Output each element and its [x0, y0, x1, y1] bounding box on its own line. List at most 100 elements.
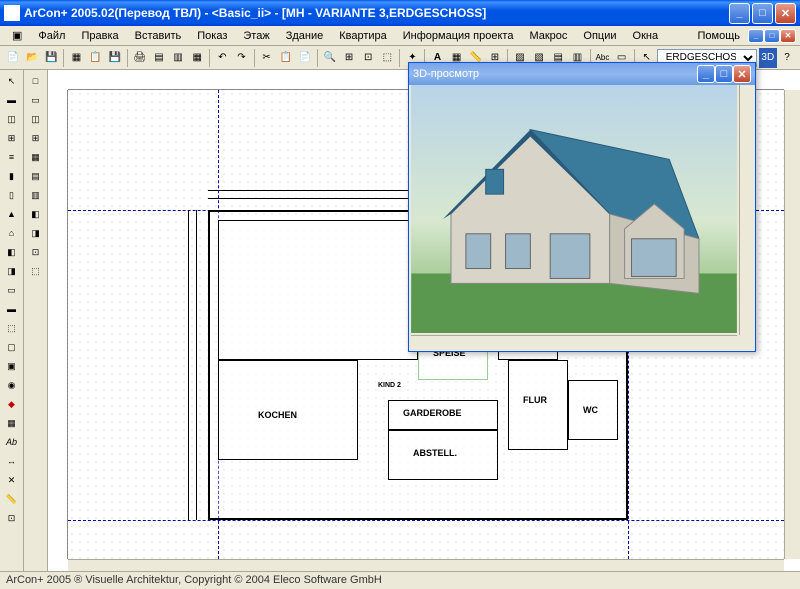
menu-view[interactable]: Показ: [189, 28, 235, 44]
tool-b8[interactable]: ◧: [26, 205, 46, 223]
print-button[interactable]: 🖨: [131, 48, 149, 68]
help-button[interactable]: ?: [778, 48, 796, 68]
tool-a2[interactable]: ◨: [2, 262, 22, 280]
maximize-button[interactable]: □: [752, 3, 773, 24]
chimney-tool[interactable]: ▯: [2, 186, 22, 204]
select-tool[interactable]: ↖: [2, 72, 22, 90]
3d-viewport[interactable]: [411, 85, 737, 333]
window-title: ArCon+ 2005.02(Перевод ТВЛ) - <Basic_ii>…: [24, 6, 729, 20]
tool-a3[interactable]: ▭: [2, 281, 22, 299]
app-menu-icon[interactable]: ▣: [4, 27, 30, 44]
guide-line[interactable]: [68, 520, 784, 521]
room[interactable]: [218, 220, 418, 360]
tool-a11[interactable]: ✕: [2, 471, 22, 489]
menubar: ▣ Файл Правка Вставить Показ Этаж Здание…: [0, 26, 800, 46]
menu-file[interactable]: Файл: [30, 28, 73, 44]
tool-button-5[interactable]: ▥: [169, 48, 187, 68]
tool-button-9[interactable]: ⬚: [378, 48, 396, 68]
tool-a6[interactable]: ▢: [2, 338, 22, 356]
room-label: KOCHEN: [258, 410, 297, 420]
mdi-close-button[interactable]: ✕: [780, 29, 796, 43]
tool-a9[interactable]: ◆: [2, 395, 22, 413]
room-flur[interactable]: [508, 360, 568, 450]
room-label: KIND 2: [378, 382, 401, 389]
measure-tool[interactable]: 📏: [2, 490, 22, 508]
redo-button[interactable]: ↷: [232, 48, 250, 68]
save-button[interactable]: 💾: [42, 48, 60, 68]
close-button[interactable]: ✕: [775, 3, 796, 24]
menu-macros[interactable]: Макрос: [521, 28, 575, 44]
popup-title: 3D-просмотр: [413, 68, 697, 80]
tool-a7[interactable]: ▣: [2, 357, 22, 375]
copy-button[interactable]: 📋: [277, 48, 295, 68]
cut-button[interactable]: ✂: [257, 48, 275, 68]
tool-b3[interactable]: ◫: [26, 110, 46, 128]
tool-button-1[interactable]: ▦: [67, 48, 85, 68]
tool-a8[interactable]: ◉: [2, 376, 22, 394]
statusbar: ArCon+ 2005 ® Visuelle Architektur, Copy…: [0, 571, 800, 589]
menu-windows[interactable]: Окна: [625, 28, 667, 44]
window-tool[interactable]: ⊞: [2, 129, 22, 147]
undo-button[interactable]: ↶: [213, 48, 231, 68]
tool-b6[interactable]: ▤: [26, 167, 46, 185]
3d-view-button[interactable]: 3D: [759, 48, 777, 68]
menu-building[interactable]: Здание: [278, 28, 332, 44]
zoom-button[interactable]: 🔍: [321, 48, 339, 68]
tool-b11[interactable]: ⬚: [26, 262, 46, 280]
dimension-tool[interactable]: ↔: [2, 452, 22, 470]
popup-maximize-button[interactable]: □: [715, 65, 733, 83]
vertical-scrollbar[interactable]: [784, 90, 800, 559]
menu-apartment[interactable]: Квартира: [331, 28, 395, 44]
column-tool[interactable]: ▮: [2, 167, 22, 185]
menu-projectinfo[interactable]: Информация проекта: [395, 28, 522, 44]
tool-b2[interactable]: ▭: [26, 91, 46, 109]
open-button[interactable]: 📂: [23, 48, 41, 68]
titlebar: ArCon+ 2005.02(Перевод ТВЛ) - <Basic_ii>…: [0, 0, 800, 26]
3d-preview-window[interactable]: 3D-просмотр _ □ ✕: [408, 62, 756, 352]
menu-floor[interactable]: Этаж: [235, 28, 277, 44]
new-button[interactable]: 📄: [4, 48, 22, 68]
tool-button-2[interactable]: 📋: [87, 48, 105, 68]
mdi-maximize-button[interactable]: □: [764, 29, 780, 43]
tool-b1[interactable]: □: [26, 72, 46, 90]
wall-tool[interactable]: ▬: [2, 91, 22, 109]
stairs-tool[interactable]: ≡: [2, 148, 22, 166]
dimension-line[interactable]: [196, 210, 197, 520]
dormer-tool[interactable]: ⌂: [2, 224, 22, 242]
menu-edit[interactable]: Правка: [73, 28, 126, 44]
dimension-line[interactable]: [188, 210, 189, 520]
tool-button-8[interactable]: ⊡: [359, 48, 377, 68]
menu-help[interactable]: Помощь: [690, 28, 749, 44]
mdi-minimize-button[interactable]: _: [748, 29, 764, 43]
popup-titlebar[interactable]: 3D-просмотр _ □ ✕: [409, 63, 755, 85]
tool-b5[interactable]: ▦: [26, 148, 46, 166]
tool-a4[interactable]: ▬: [2, 300, 22, 318]
tool-button-3[interactable]: 💾: [106, 48, 124, 68]
tool-a1[interactable]: ◧: [2, 243, 22, 261]
tool-b4[interactable]: ⊞: [26, 129, 46, 147]
popup-minimize-button[interactable]: _: [697, 65, 715, 83]
text-tool[interactable]: Ab: [2, 433, 22, 451]
tool-button-7[interactable]: ⊞: [340, 48, 358, 68]
popup-close-button[interactable]: ✕: [733, 65, 751, 83]
tool-button-6[interactable]: ▦: [188, 48, 206, 68]
popup-h-scrollbar[interactable]: [411, 335, 737, 351]
tool-a10[interactable]: ▦: [2, 414, 22, 432]
tool-b9[interactable]: ◨: [26, 224, 46, 242]
tool-b7[interactable]: ▥: [26, 186, 46, 204]
menu-insert[interactable]: Вставить: [127, 28, 190, 44]
app-icon: [4, 5, 20, 21]
tool-button-4[interactable]: ▤: [150, 48, 168, 68]
minimize-button[interactable]: _: [729, 3, 750, 24]
tool-a5[interactable]: ⬚: [2, 319, 22, 337]
house-3d-render: [411, 85, 737, 333]
tool-b10[interactable]: ⊡: [26, 243, 46, 261]
room-label: FLUR: [523, 395, 547, 405]
room-label: GARDEROBE: [403, 408, 462, 418]
door-tool[interactable]: ◫: [2, 110, 22, 128]
menu-options[interactable]: Опции: [575, 28, 624, 44]
paste-button[interactable]: 📄: [296, 48, 314, 68]
popup-v-scrollbar[interactable]: [739, 85, 755, 335]
roof-tool[interactable]: ▲: [2, 205, 22, 223]
tool-a12[interactable]: ⊡: [2, 509, 22, 527]
